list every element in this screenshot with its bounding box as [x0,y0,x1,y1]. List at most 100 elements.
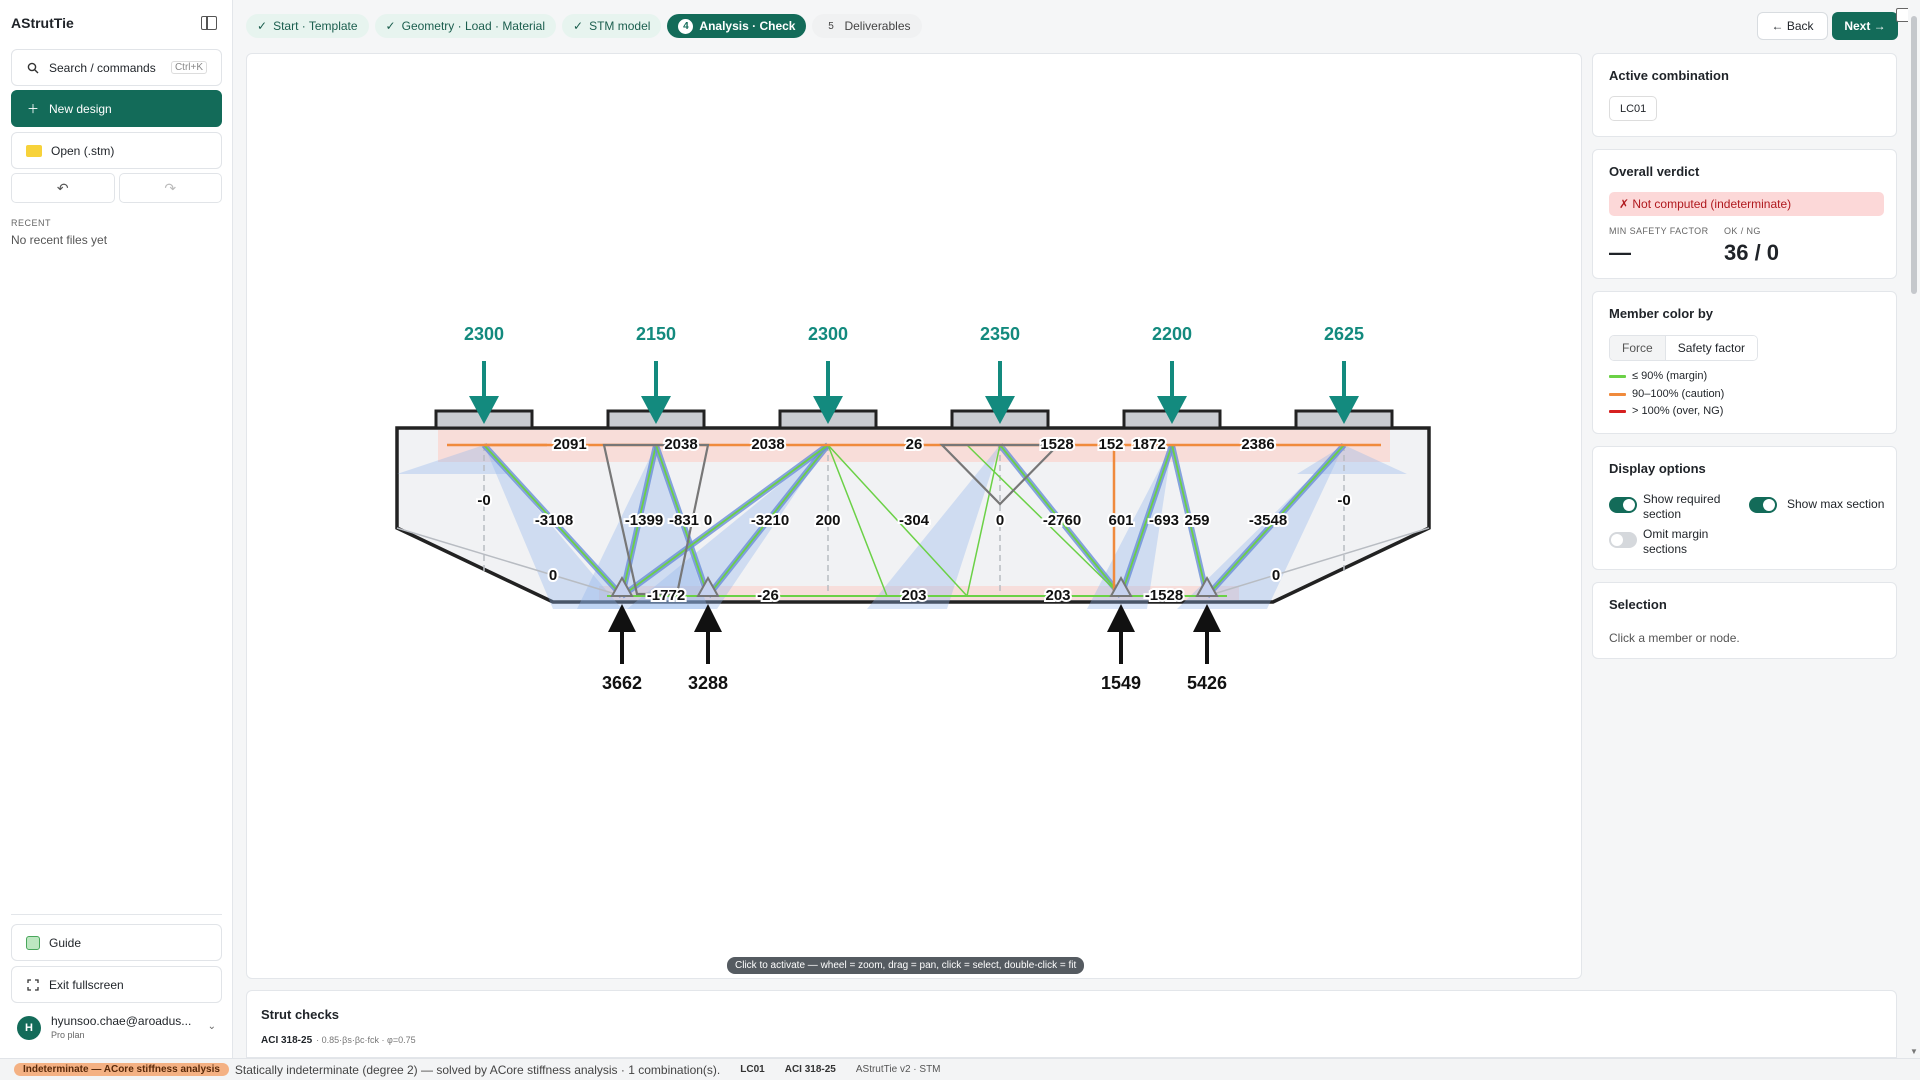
load-value: 2150 [636,324,676,344]
web-force: 200 [815,512,840,529]
color-by-safety-factor-option[interactable]: Safety factor [1664,336,1758,360]
reaction-value: 1549 [1101,673,1141,693]
web-force: -2760 [1043,512,1081,529]
redo-icon: ↷ [164,179,177,196]
sidebar-divider [11,914,222,915]
active-combination-title: Active combination [1609,68,1729,83]
member-color-title: Member color by [1609,306,1714,321]
omit-margin-toggle[interactable] [1609,532,1637,548]
recent-heading: RECENT [11,218,52,228]
status-app: AStrutTie v2 · STM [855,1064,941,1075]
web-force: -0 [477,492,490,509]
show-required-toggle[interactable] [1609,497,1637,513]
step-number: 4 [678,18,694,34]
search-button[interactable]: Search / commands Ctrl+K [11,49,222,86]
chevron-down-icon: ⌄ [207,1021,216,1032]
app-root: AStrutTie Search / commands Ctrl+K ＋ New… [0,0,1920,1080]
show-max-toggle[interactable] [1749,497,1777,513]
okng-value: 36 / 0 [1724,240,1780,265]
omit-margin-label: Omit margin sections [1643,527,1709,556]
min-sf-value: — [1609,240,1631,265]
search-icon [26,61,40,75]
step-start-template[interactable]: ✓ Start · Template [246,14,369,38]
guide-button[interactable]: Guide [11,924,222,961]
load-value: 2350 [980,324,1020,344]
legend-swatch-orange [1609,392,1626,396]
step-analysis-check[interactable]: 4 Analysis · Check [667,14,807,38]
step-stm-model[interactable]: ✓ STM model [562,14,662,38]
bottom-chord-force: -1772 [647,587,685,604]
back-button[interactable]: ← Back [1757,12,1828,40]
plus-icon: ＋ [26,102,39,116]
web-force: -0 [1337,492,1350,509]
design-code: ACI 318-25 [261,1035,313,1046]
legend-label: > 100% (over, NG) [1632,405,1724,417]
step-deliverables[interactable]: 5 Deliverables [812,14,922,38]
stm-canvas[interactable]: 2300 2150 2300 2350 2200 2625 3662 3288 1549 5426… [246,53,1582,979]
search-shortcut: Ctrl+K [170,61,207,74]
open-file-button[interactable]: Open (.stm) [11,132,222,169]
status-message: Statically indeterminate (degree 2) — so… [234,1062,721,1077]
open-file-label: Open (.stm) [51,143,115,158]
page-scrollbar[interactable]: ▼ [1908,0,1920,1058]
legend-over: > 100% (over, NG) [1609,405,1723,417]
undo-icon: ↶ [56,179,69,196]
strut-checks-code: ACI 318-25 · 0.85·βs·βc·fck · φ=0.75 [261,1035,416,1046]
display-options-title: Display options [1609,461,1706,476]
combination-chip[interactable]: LC01 [1609,96,1658,121]
top-chord-force: 2091 [553,436,586,453]
legend-caution: 90–100% (caution) [1609,388,1724,400]
bottom-chord-force: 203 [1045,587,1070,604]
sidebar-toggle-icon[interactable] [201,16,217,30]
search-label: Search / commands [49,60,156,75]
status-bar: Indeterminate — ACore stiffness analysis… [0,1058,1920,1080]
step-label: Deliverables [844,19,911,33]
undo-button[interactable]: ↶ [11,173,115,203]
scroll-down-icon[interactable]: ▼ [1910,1047,1918,1056]
new-design-button[interactable]: ＋ New design [11,90,222,127]
workflow-steps: ✓ Start · Template ✓ Geometry · Load · M… [246,14,922,38]
strut-checks-title: Strut checks [261,1007,340,1022]
step-label: Geometry · Load · Material [401,19,545,33]
strut-checks-panel: Strut checks ACI 318-25 · 0.85·βs·βc·fck … [246,990,1897,1058]
app-brand: AStrutTie [11,15,74,31]
web-force: 259 [1184,512,1209,529]
web-force: -1399 [625,512,663,529]
folder-icon [26,144,42,157]
web-force: -831 [669,512,699,529]
check-icon: ✓ [257,19,268,33]
sidebar: AStrutTie Search / commands Ctrl+K ＋ New… [0,0,233,1058]
canvas-hint: Click to activate — wheel = zoom, drag =… [727,957,1085,974]
exit-fullscreen-label: Exit fullscreen [49,977,124,992]
exit-fullscreen-button[interactable]: Exit fullscreen [11,966,222,1003]
show-max-label: Show max section [1787,497,1885,511]
selection-title: Selection [1609,597,1667,612]
top-chord-force: 152 [1098,436,1123,453]
verdict-title: Overall verdict [1609,164,1700,179]
web-force: 0 [996,512,1004,529]
step-geometry-load-material[interactable]: ✓ Geometry · Load · Material [374,14,556,38]
web-force: 0 [704,512,712,529]
scroll-thumb[interactable] [1911,16,1917,294]
overall-verdict-card: Overall verdict ✗ Not computed (indeterm… [1592,149,1897,279]
next-button[interactable]: Next → [1832,12,1898,40]
active-combination-card: Active combination LC01 [1592,53,1897,137]
redo-button[interactable]: ↷ [118,173,222,203]
undo-redo-group: ↶ ↷ [11,173,222,203]
guide-label: Guide [49,935,82,950]
color-by-force-option[interactable]: Force [1610,336,1665,360]
web-force: -3548 [1249,512,1287,529]
status-badge: Indeterminate — ACore stiffness analysis [14,1063,229,1076]
legend-margin: ≤ 90% (margin) [1609,370,1707,382]
top-chord-force: 2386 [1241,436,1274,453]
stm-diagram[interactable]: 2300 2150 2300 2350 2200 2625 3662 3288 1549 5426… [247,54,1582,979]
load-value: 2300 [808,324,848,344]
step-label: Start · Template [273,19,358,33]
web-force: -3108 [535,512,573,529]
load-value: 2300 [464,324,504,344]
strength-formula: · 0.85·βs·βc·fck · φ=0.75 [316,1035,416,1045]
web-force: 601 [1108,512,1133,529]
user-menu[interactable]: H hyunsoo.chae@aroadus... Pro plan ⌄ [11,1012,222,1048]
new-design-label: New design [49,101,112,116]
load-value: 2200 [1152,324,1192,344]
